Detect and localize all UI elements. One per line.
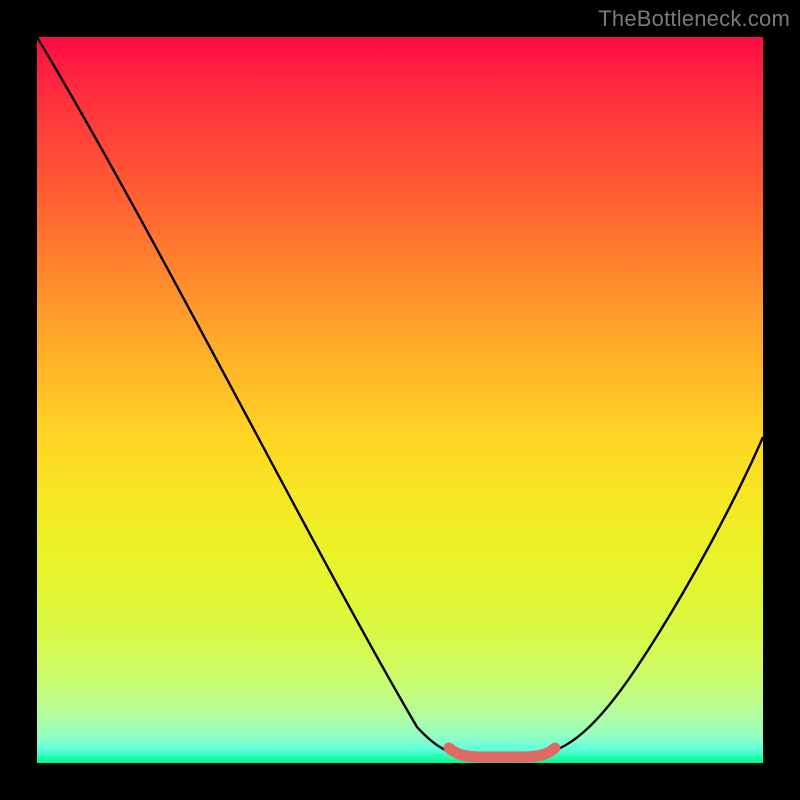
bottleneck-curve	[37, 37, 763, 763]
plot-area	[37, 37, 763, 763]
curve-left-branch	[37, 37, 467, 755]
curve-right-branch	[537, 437, 763, 755]
chart-frame: TheBottleneck.com	[0, 0, 800, 800]
highlight-minimum-band	[449, 748, 555, 757]
watermark-text: TheBottleneck.com	[598, 6, 790, 32]
